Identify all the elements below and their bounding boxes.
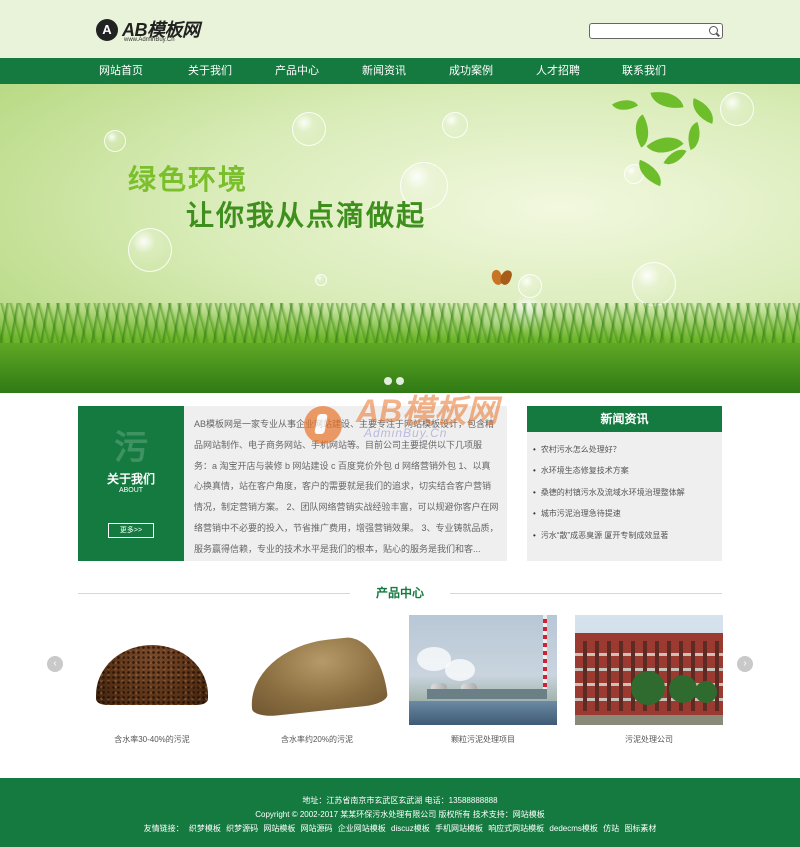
about-content: AB模板网是一家专业从事企业网站建设、主要专注于网站模板设计，包含精品网站制作、… [184,406,507,561]
sludge-texture [96,645,208,705]
product-card[interactable]: 污泥处理公司 [575,615,723,750]
product-image-plant [409,615,557,725]
about-text: AB模板网是一家专业从事企业网站建设、主要专注于网站模板设计，包含精品网站制作、… [194,419,499,554]
bubble-decoration [442,112,468,138]
news-item[interactable]: 污水“散”成恶臭源 厦开专制成效显著 [533,526,718,546]
product-image-sludge [78,615,226,725]
bubble-decoration [518,274,542,298]
product-caption: 颗粒污泥处理项目 [451,735,515,744]
river-water [409,701,557,725]
product-image-powder [243,615,391,725]
steam-cloud [445,659,475,681]
site-footer: 地址：江苏省南京市玄武区玄武湖 电话：13588888888 Copyright… [0,778,800,847]
footer-link[interactable]: 织梦模板 [189,824,221,833]
leaf-decoration [682,121,706,151]
about-watermark-glyph: 污 [114,429,148,467]
logo-url: www.AdminBuy.Cn [124,37,175,43]
hero-banner: 绿色环境 让你我从点滴做起 [0,84,800,393]
about-title: 关于我们 [106,472,155,486]
footer-link[interactable]: 织梦源码 [226,824,258,833]
leaf-decoration [650,87,684,113]
nav-item-products[interactable]: 产品中心 [257,58,337,84]
site-logo[interactable]: A AB模板网 www.AdminBuy.Cn [96,16,216,46]
about-panel: 污 关于我们 ABOUT 更多>> [78,406,184,561]
nav-item-jobs[interactable]: 人才招聘 [518,58,598,84]
slider-dot-1[interactable] [384,377,392,385]
chimney [543,615,547,695]
tree [631,671,665,705]
footer-copyright: Copyright © 2002-2017 某某环保污水处理有限公司 版权所有 … [255,810,545,819]
product-caption: 含水率约20%的污泥 [280,735,353,744]
products-title: 产品中心 [375,586,424,600]
news-item[interactable]: 水环境生态修复技术方案 [533,461,718,481]
banner-slogan-line2: 让你我从点滴做起 [186,200,427,231]
footer-address: 地址：江苏省南京市玄武区玄武湖 电话：13588888888 [302,796,498,805]
ground [575,715,723,725]
bubble-decoration [104,130,126,152]
product-card[interactable]: 含水率30-40%的污泥 [78,615,226,750]
footer-link[interactable]: 网站模板 [263,824,295,833]
footer-link[interactable]: 企业网站模板 [338,824,386,833]
product-caption: 含水率30-40%的污泥 [114,735,190,744]
butterfly-icon [492,270,514,288]
nav-item-about[interactable]: 关于我们 [170,58,250,84]
about-more-button[interactable]: 更多>> [108,523,154,538]
nav-item-news[interactable]: 新闻资讯 [344,58,424,84]
slider-dot-2[interactable] [396,377,404,385]
search-icon[interactable] [709,26,718,35]
nav-item-cases[interactable]: 成功案例 [431,58,511,84]
about-title-en: ABOUT [118,487,144,494]
footer-link[interactable]: 响应式网站模板 [488,824,544,833]
nav-item-home[interactable]: 网站首页 [81,58,161,84]
footer-link[interactable]: dedecms模板 [549,824,597,833]
powder-pile-shape [245,634,389,718]
site-header: A AB模板网 www.AdminBuy.Cn [0,0,800,58]
news-item[interactable]: 城市污泥治理急待提速 [533,504,718,524]
footer-link[interactable]: 图标素材 [624,824,656,833]
news-item[interactable]: 桑德的村镇污水及流域水环境治理整体解 [533,483,718,503]
bubble-decoration [720,92,754,126]
footer-link[interactable]: 手机网站模板 [435,824,483,833]
footer-links: 友情链接： 织梦模板 织梦源码 网站模板 网站源码 企业网站模板 discuz模… [0,823,800,834]
section-divider [450,593,722,594]
banner-slogan-line1: 绿色环境 [128,164,249,195]
products-prev-button[interactable]: ‹ [47,656,63,672]
bubble-decoration [315,274,327,286]
tree [669,675,697,703]
section-divider [78,593,350,594]
nav-item-contact[interactable]: 联系我们 [604,58,684,84]
product-caption: 污泥处理公司 [625,735,673,744]
news-panel: 新闻资讯 农村污水怎么处理好？ 水环境生态修复技术方案 桑德的村镇污水及流域水环… [527,406,722,561]
footer-link[interactable]: 仿站 [603,824,619,833]
grass-base [0,343,800,393]
main-nav: 网站首页 关于我们 产品中心 新闻资讯 成功案例 人才招聘 联系我们 [0,58,800,84]
product-card[interactable]: 含水率约20%的污泥 [243,615,391,750]
bubble-decoration [128,228,172,272]
product-card[interactable]: 颗粒污泥处理项目 [409,615,557,750]
search-input[interactable] [594,25,704,37]
bubble-decoration [632,262,676,306]
leaf-decoration [611,93,639,117]
footer-link[interactable]: discuz模板 [391,824,430,833]
news-item[interactable]: 农村污水怎么处理好？ [533,440,718,460]
tree [695,681,717,703]
leaf-decoration [687,98,719,124]
footer-link[interactable]: 网站源码 [301,824,333,833]
factory-buildings [427,689,547,699]
logo-mark: A [96,19,118,41]
products-next-button[interactable]: › [737,656,753,672]
search-box [589,23,723,39]
footer-links-label: 友情链接： [143,824,184,833]
bubble-decoration [292,112,326,146]
product-image-building [575,615,723,725]
news-title: 新闻资讯 [527,406,722,432]
